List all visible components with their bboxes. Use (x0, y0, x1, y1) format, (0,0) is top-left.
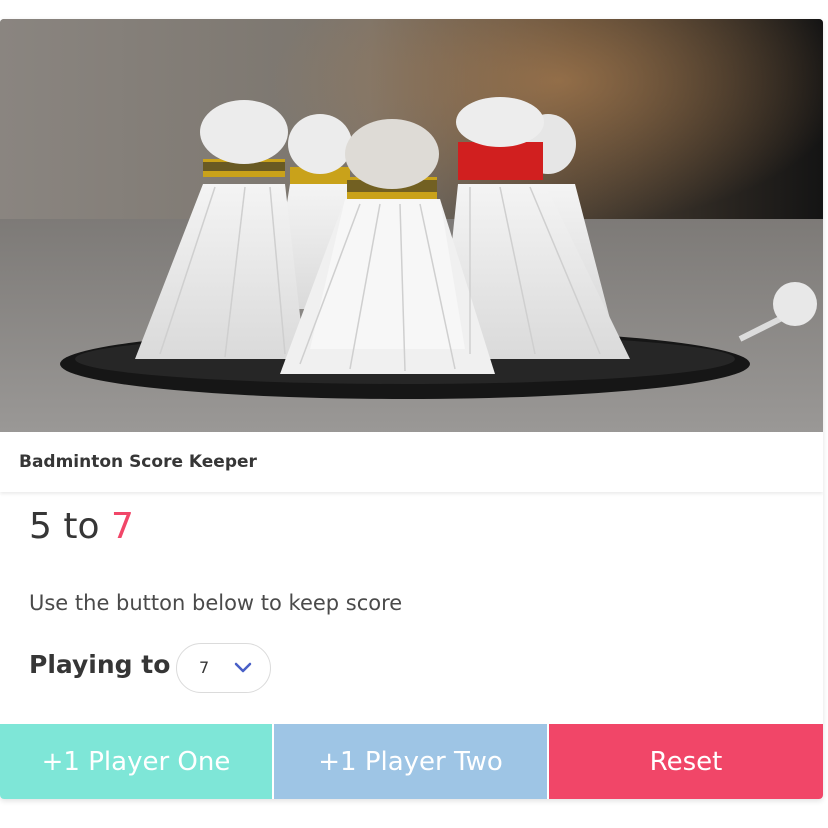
shuttlecocks-photo (0, 19, 823, 432)
playing-to-label: Playing to (29, 650, 171, 679)
reset-button[interactable]: Reset (549, 724, 823, 799)
card-title: Badminton Score Keeper (19, 452, 257, 472)
playing-to-value: 7 (199, 658, 210, 677)
player-two-button[interactable]: +1 Player Two (274, 724, 547, 799)
score-keeper-card: Badminton Score Keeper (0, 19, 823, 799)
playing-to-select[interactable]: 7 (176, 643, 271, 693)
score-display: 5 to 7 (29, 506, 134, 547)
score-separator: to (51, 506, 111, 547)
player-one-score: 5 (29, 506, 52, 547)
player-two-score: 7 (110, 506, 134, 547)
player-one-button[interactable]: +1 Player One (0, 724, 272, 799)
chevron-down-icon (234, 662, 252, 673)
instructions-text: Use the button below to keep score (29, 591, 403, 615)
card-header: Badminton Score Keeper (0, 432, 823, 492)
